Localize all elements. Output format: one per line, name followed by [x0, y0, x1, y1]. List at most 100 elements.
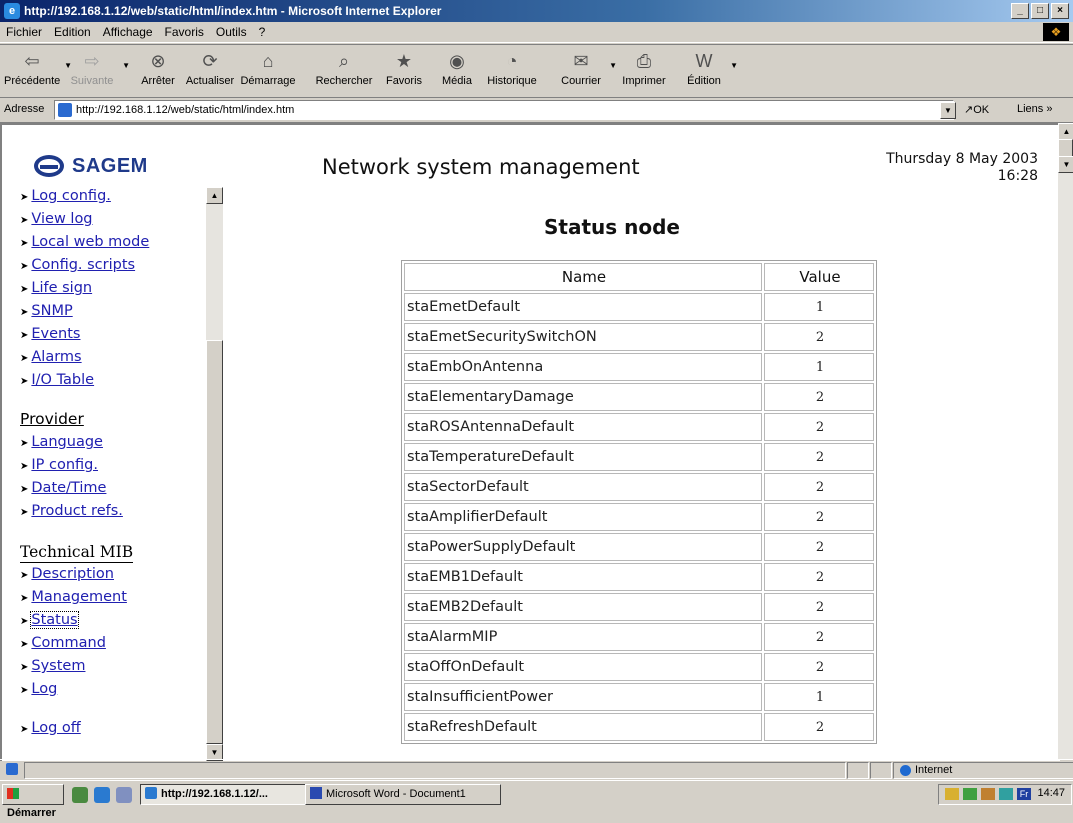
- stop-icon: ⊗: [150, 51, 166, 71]
- nav-item-config-scripts[interactable]: ➤ Config. scripts: [20, 254, 215, 277]
- nav-link-text[interactable]: Config. scripts: [31, 257, 135, 273]
- menu-favoris[interactable]: Favoris: [159, 25, 210, 39]
- address-input[interactable]: http://192.168.1.12/web/static/html/inde…: [54, 100, 954, 120]
- nav-item-description[interactable]: ➤ Description: [20, 563, 215, 586]
- mail-button[interactable]: ✉ Courrier ▼: [557, 49, 617, 87]
- nav-item-log[interactable]: ➤ Log: [20, 678, 215, 701]
- nav-scroll-up-button[interactable]: ▲: [206, 187, 223, 204]
- nav-item-log-off[interactable]: ➤ Log off: [20, 717, 215, 740]
- menu-affichage[interactable]: Affichage: [97, 25, 159, 39]
- nav-link-text[interactable]: IP config.: [31, 457, 98, 473]
- nav-item-ip-config[interactable]: ➤ IP config.: [20, 454, 215, 477]
- ie-app-icon[interactable]: e: [4, 3, 20, 19]
- task-ie-window[interactable]: http://192.168.1.12/...: [140, 784, 306, 805]
- nav-link-text[interactable]: Events: [31, 326, 80, 342]
- maximize-button[interactable]: □: [1031, 3, 1049, 19]
- desktop-quicklaunch-icon[interactable]: [72, 787, 88, 803]
- page-done-icon: [6, 763, 18, 775]
- status-value-cell: 2: [764, 323, 874, 351]
- status-name-cell: staInsufficientPower: [404, 683, 762, 711]
- nav-link-text[interactable]: Status: [30, 611, 79, 629]
- nav-item-command[interactable]: ➤ Command: [20, 632, 215, 655]
- nav-heading-provider: Provider: [20, 410, 84, 428]
- nav-item-io-table[interactable]: ➤ I/O Table: [20, 369, 215, 392]
- tray-icon[interactable]: [945, 788, 959, 800]
- nav-link-text[interactable]: SNMP: [31, 303, 72, 319]
- nav-link-text[interactable]: Log config.: [31, 188, 111, 204]
- address-dropdown-button[interactable]: ▼: [940, 102, 956, 119]
- menu-fichier[interactable]: Fichier: [0, 25, 48, 39]
- language-indicator-icon[interactable]: Fr: [1017, 788, 1031, 800]
- refresh-button[interactable]: ⟳ Actualiser: [185, 49, 235, 87]
- nav-item-date-time[interactable]: ➤ Date/Time: [20, 477, 215, 500]
- menu-bar: Fichier Edition Affichage Favoris Outils…: [0, 22, 1073, 43]
- nav-link-text[interactable]: Language: [31, 434, 103, 450]
- column-header-value: Value: [764, 263, 874, 291]
- nav-link-text[interactable]: Date/Time: [31, 480, 106, 496]
- search-icon: ⌕: [338, 51, 350, 71]
- nav-item-local-web-mode[interactable]: ➤ Local web mode: [20, 231, 215, 254]
- nav-link-text[interactable]: Alarms: [31, 349, 81, 365]
- status-name-cell: staROSAntennaDefault: [404, 413, 762, 441]
- tray-icon[interactable]: [981, 788, 995, 800]
- task-word-window[interactable]: Microsoft Word - Document1: [305, 784, 501, 805]
- nav-item-system[interactable]: ➤ System: [20, 655, 215, 678]
- mail-icon: ✉: [573, 51, 589, 71]
- page-scroll-up-button[interactable]: ▲: [1058, 123, 1073, 140]
- nav-link-text[interactable]: Product refs.: [31, 503, 123, 519]
- edit-button[interactable]: W Édition ▼: [682, 49, 738, 87]
- nav-link-text[interactable]: Life sign: [31, 280, 92, 296]
- nav-item-log-config[interactable]: ➤ Log config.: [20, 187, 215, 208]
- nav-link-text[interactable]: Command: [31, 635, 106, 651]
- stop-button[interactable]: ⊗ Arrêter: [136, 49, 180, 87]
- nav-link-text[interactable]: View log: [31, 211, 92, 227]
- nav-link-text[interactable]: System: [31, 658, 85, 674]
- close-button[interactable]: ×: [1051, 3, 1069, 19]
- favorites-button[interactable]: ★ Favoris: [380, 49, 428, 87]
- outlook-quicklaunch-icon[interactable]: [116, 787, 132, 803]
- history-button[interactable]: ◔ Historique: [484, 49, 540, 87]
- nav-item-events[interactable]: ➤ Events: [20, 323, 215, 346]
- minimize-button[interactable]: _: [1011, 3, 1029, 19]
- nav-item-management[interactable]: ➤ Management: [20, 586, 215, 609]
- nav-item-snmp[interactable]: ➤ SNMP: [20, 300, 215, 323]
- tray-icon[interactable]: [963, 788, 977, 800]
- tray-icon[interactable]: [999, 788, 1013, 800]
- ie-task-icon: [145, 787, 157, 799]
- nav-item-product-refs[interactable]: ➤ Product refs.: [20, 500, 215, 523]
- start-button[interactable]: Démarrer: [2, 784, 64, 819]
- nav-item-view-log[interactable]: ➤ View log: [20, 208, 215, 231]
- nav-link-text[interactable]: Local web mode: [31, 234, 149, 250]
- tray-clock: 14:47: [1037, 787, 1065, 799]
- search-button[interactable]: ⌕ Rechercher: [312, 49, 376, 87]
- forward-button[interactable]: ⇨ Suivante ▼: [66, 49, 130, 87]
- ie-quicklaunch-icon[interactable]: [94, 787, 110, 803]
- nav-link-text[interactable]: I/O Table: [31, 372, 94, 388]
- nav-scrollbar[interactable]: ▲ ▼: [206, 187, 223, 761]
- media-button[interactable]: ◉ Média: [436, 49, 478, 87]
- home-button[interactable]: ⌂ Démarrage: [240, 49, 296, 87]
- print-button[interactable]: ⎙ Imprimer: [620, 49, 668, 87]
- status-value-cell: 1: [764, 683, 874, 711]
- links-button[interactable]: Liens »: [1017, 103, 1052, 115]
- status-node-title: Status node: [544, 215, 680, 239]
- page-scrollbar[interactable]: ▲ ▼: [1058, 123, 1073, 759]
- nav-link-text[interactable]: Management: [31, 589, 127, 605]
- menu-help[interactable]: ?: [253, 25, 272, 39]
- menu-outils[interactable]: Outils: [210, 25, 253, 39]
- back-button[interactable]: ⇦ Précédente ▼: [4, 49, 72, 87]
- go-button[interactable]: ↗OK: [964, 103, 989, 116]
- nav-item-status[interactable]: ➤ Status: [20, 609, 215, 632]
- windows-logo-icon: ❖: [1043, 23, 1069, 41]
- media-icon: ◉: [449, 51, 465, 71]
- nav-scroll-thumb[interactable]: [206, 340, 223, 744]
- nav-item-life-sign[interactable]: ➤ Life sign: [20, 277, 215, 300]
- page-scroll-down-button[interactable]: ▼: [1058, 156, 1073, 173]
- nav-link-text[interactable]: Log off: [31, 720, 80, 736]
- nav-item-language[interactable]: ➤ Language: [20, 431, 215, 454]
- nav-link-text[interactable]: Description: [31, 566, 114, 582]
- menu-edition[interactable]: Edition: [48, 25, 97, 39]
- window-title-bar[interactable]: e http://192.168.1.12/web/static/html/in…: [0, 0, 1073, 22]
- nav-item-alarms[interactable]: ➤ Alarms: [20, 346, 215, 369]
- nav-link-text[interactable]: Log: [31, 681, 57, 697]
